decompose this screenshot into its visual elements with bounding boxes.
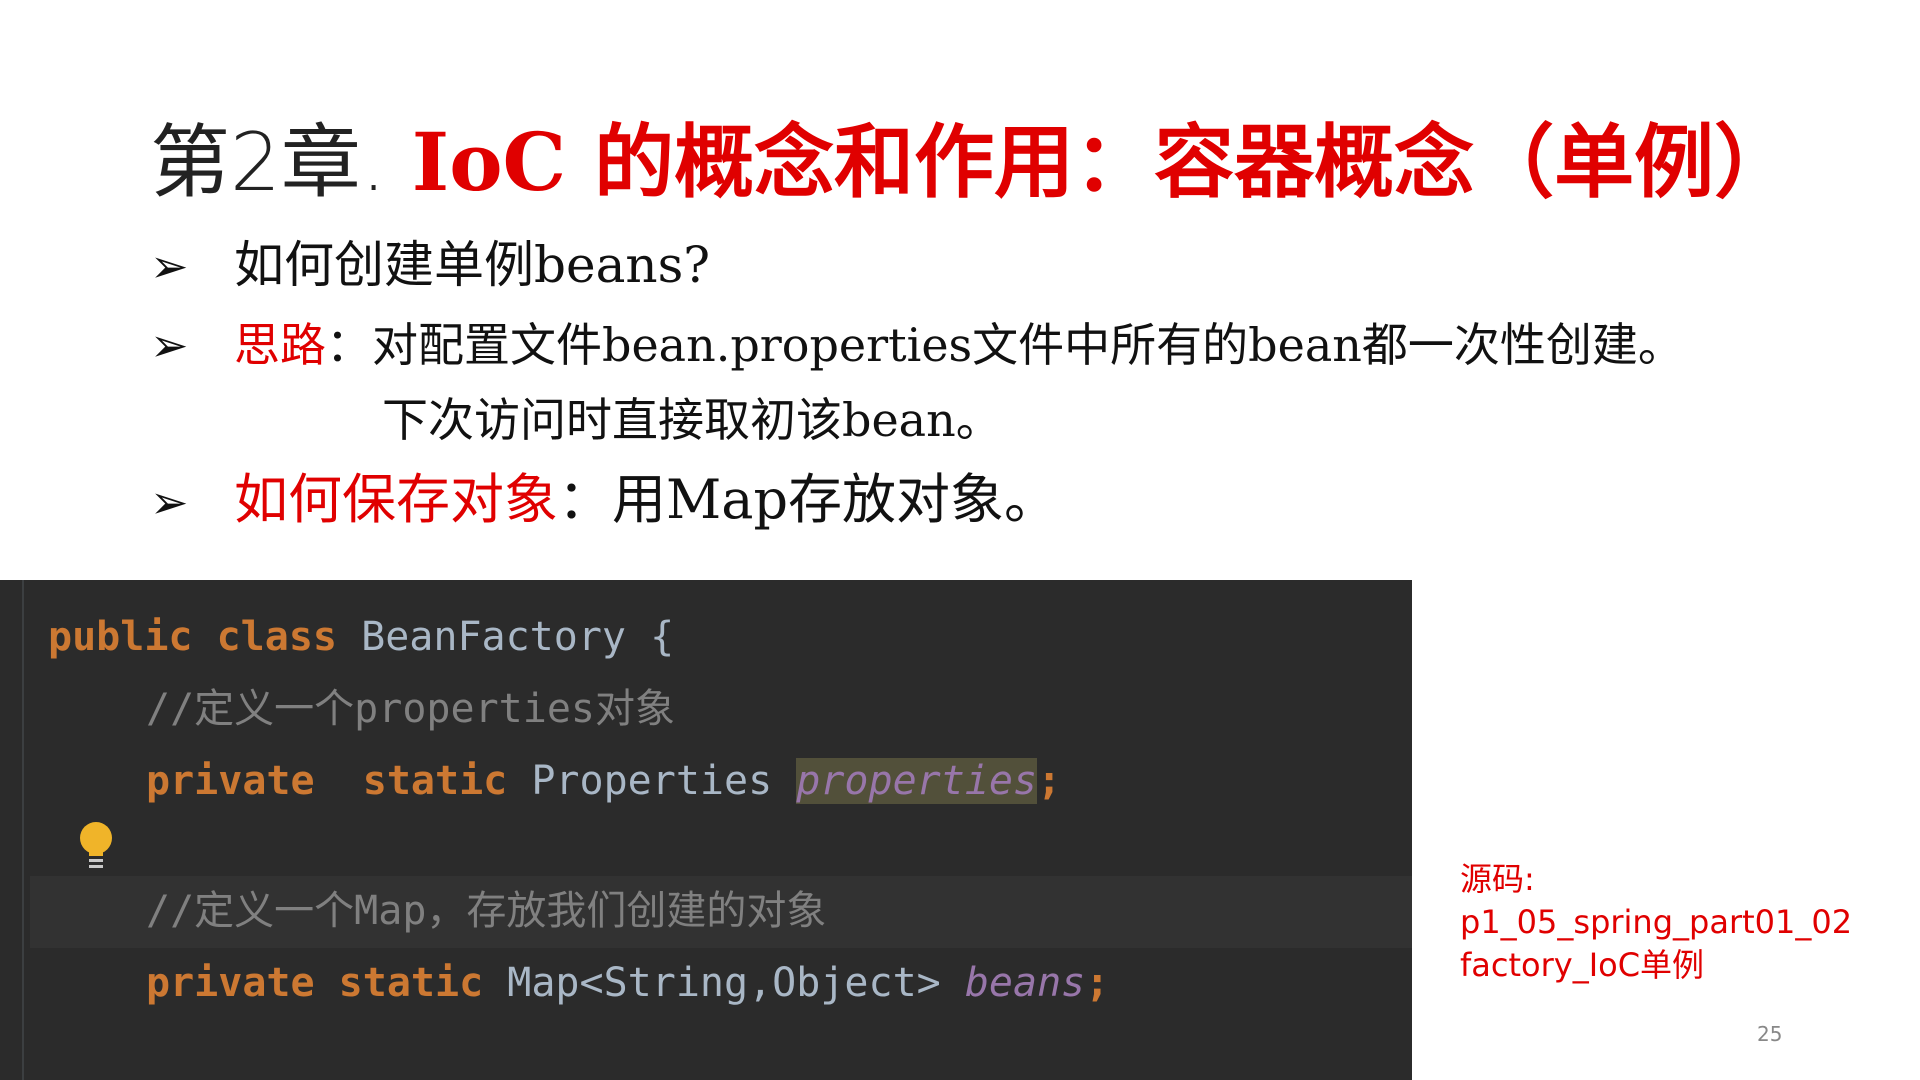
source-path-line: p1_05_spring_part01_02 — [1460, 903, 1853, 941]
code-line: public class BeanFactory { — [48, 602, 674, 672]
code-type: Map<String,Object> — [507, 960, 941, 1006]
code-keyword: private — [146, 758, 315, 804]
bullet-text: ：用Map存放对象。 — [558, 468, 1059, 531]
arrow-bullet-icon: ➢ — [150, 239, 189, 293]
arrow-bullet-icon: ➢ — [150, 318, 189, 372]
code-keyword: class — [216, 614, 338, 660]
code-comment: //定义一个properties对象 — [146, 686, 675, 732]
code-keyword: static — [362, 758, 508, 804]
bullet-item: ➢ 如何保存对象：用Map存放对象。 — [150, 465, 1058, 537]
title-chapter: 第2章. — [150, 116, 387, 209]
arrow-bullet-icon: ➢ — [150, 475, 189, 529]
code-screenshot: public class BeanFactory { //定义一个propert… — [0, 580, 1412, 1080]
code-keyword: public — [48, 614, 193, 660]
code-line: //定义一个Map，存放我们创建的对象 — [146, 876, 826, 946]
code-keyword: private — [146, 960, 315, 1006]
code-type: Properties — [531, 758, 773, 804]
bullet-continuation: 下次访问时直接取初该bean。 — [382, 393, 1002, 447]
code-keyword: static — [338, 960, 484, 1006]
code-field-highlighted: properties — [796, 758, 1038, 804]
code-semicolon: ; — [1037, 758, 1062, 804]
source-note: 源码: p1_05_spring_part01_02 factory_IoC单例 — [1460, 858, 1852, 987]
code-field: beans — [964, 960, 1086, 1006]
code-line: private static Map<String,Object> beans; — [146, 948, 1109, 1018]
bullet-label: 如何保存对象 — [234, 468, 558, 531]
slide-title: 第2章. IoC 的概念和作用：容器概念（单例） — [150, 112, 1794, 213]
title-topic: IoC 的概念和作用：容器概念（单例） — [411, 115, 1795, 209]
code-text: BeanFactory { — [361, 614, 675, 660]
code-comment: //定义一个Map，存放我们创建的对象 — [146, 888, 827, 934]
page-number: 25 — [1757, 1022, 1783, 1046]
bullet-item: ➢ 如何创建单例beans? — [150, 230, 710, 301]
bullet-label: 思路 — [234, 318, 326, 372]
code-line: //定义一个properties对象 — [146, 674, 675, 744]
bullet-text: ：对配置文件bean.properties文件中所有的bean都一次性创建。 — [326, 318, 1684, 372]
editor-gutter — [22, 580, 24, 1080]
source-label: 源码: — [1460, 860, 1535, 898]
source-path-line: factory_IoC单例 — [1460, 946, 1705, 984]
code-semicolon: ; — [1085, 960, 1110, 1006]
lightbulb-icon[interactable] — [76, 820, 116, 884]
bullet-text: 如何创建单例beans? — [234, 236, 711, 294]
code-line: private static Properties properties; — [146, 746, 1061, 816]
bullet-item: ➢ 思路：对配置文件bean.properties文件中所有的bean都一次性创建… — [150, 310, 1684, 380]
